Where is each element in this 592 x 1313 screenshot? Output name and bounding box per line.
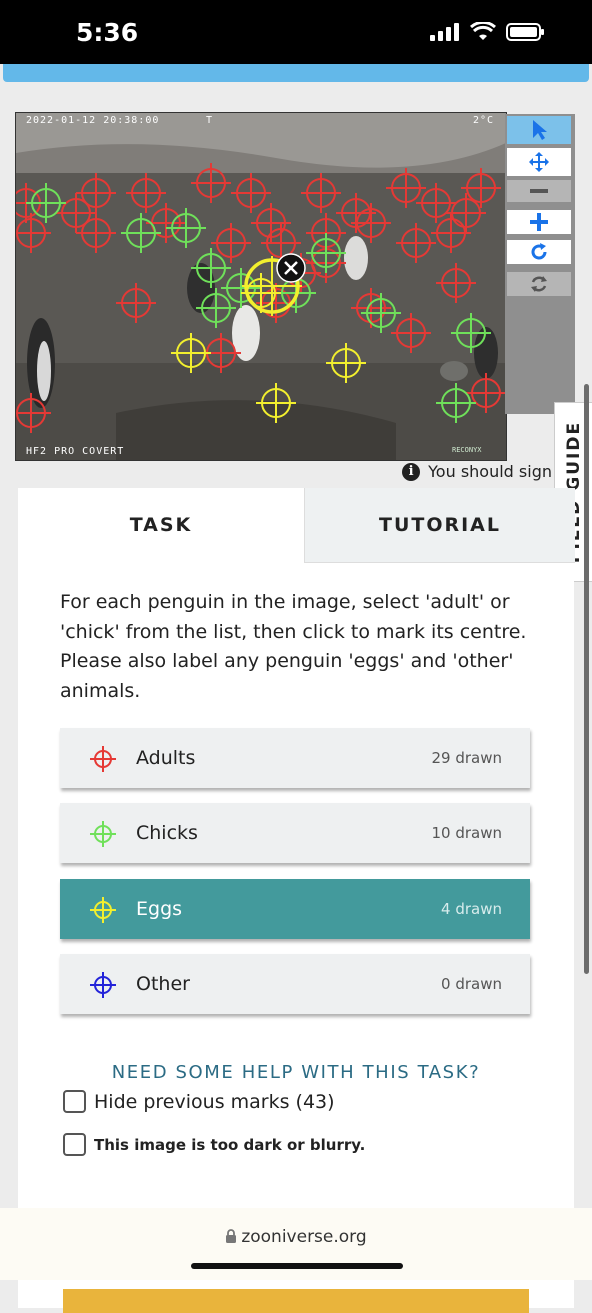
url-bar[interactable]: zooniverse.org	[0, 1227, 592, 1247]
adult-mark[interactable]	[56, 193, 96, 233]
url-text: zooniverse.org	[241, 1227, 367, 1247]
chick-mark[interactable]	[121, 213, 161, 253]
adult-mark[interactable]	[396, 223, 436, 263]
chick-mark[interactable]	[361, 293, 401, 333]
rotate-icon	[531, 243, 547, 260]
adult-mark[interactable]	[436, 263, 476, 303]
task-panel: TASK TUTORIAL For each penguin in the im…	[18, 488, 575, 1313]
image-toolbar	[505, 114, 575, 414]
tab-tutorial[interactable]: TUTORIAL	[304, 488, 575, 563]
sign-in-notice-text: You should sign	[428, 462, 552, 481]
tool-eggs[interactable]: Eggs 4 drawn	[60, 879, 530, 939]
page-scrollbar[interactable]	[584, 384, 589, 974]
chick-mark[interactable]	[196, 288, 236, 328]
site-header-band	[3, 64, 589, 82]
done-button[interactable]	[63, 1289, 529, 1313]
adult-mark[interactable]	[231, 173, 271, 213]
rotate-button[interactable]	[507, 240, 571, 264]
tool-count: 0 drawn	[441, 975, 502, 993]
tool-other[interactable]: Other 0 drawn	[60, 954, 530, 1014]
wifi-icon	[470, 22, 496, 40]
egg-mark[interactable]	[326, 343, 366, 383]
sign-in-notice: i You should sign	[402, 462, 552, 481]
crosshair-icon	[90, 972, 116, 1003]
plus-icon	[530, 213, 548, 231]
cellular-signal-icon	[430, 23, 459, 41]
adult-mark[interactable]	[16, 393, 51, 433]
tool-label: Eggs	[136, 898, 183, 920]
move-tool-button[interactable]	[507, 148, 571, 176]
adult-mark[interactable]	[301, 173, 341, 213]
too-dark-label: This image is too dark or blurry.	[94, 1135, 366, 1154]
subject-image[interactable]: 2022-01-12 20:38:00 T 2°C HF2 PRO COVERT…	[15, 112, 507, 461]
adult-mark[interactable]	[391, 313, 431, 353]
status-bar: 5:36	[0, 0, 592, 64]
adult-mark[interactable]	[251, 203, 291, 243]
tool-label: Adults	[136, 747, 196, 769]
browser-bar: zooniverse.org	[0, 1208, 592, 1280]
lock-icon	[226, 1229, 237, 1243]
reset-icon	[531, 276, 547, 292]
tool-count: 4 drawn	[441, 900, 502, 918]
chick-mark[interactable]	[451, 313, 491, 353]
crosshair-icon	[90, 897, 116, 928]
adult-mark[interactable]	[76, 213, 116, 253]
tool-chicks[interactable]: Chicks 10 drawn	[60, 803, 530, 863]
chick-mark[interactable]	[221, 268, 261, 308]
chick-mark[interactable]	[436, 383, 476, 423]
delete-mark-icon[interactable]	[276, 253, 306, 283]
tab-task[interactable]: TASK	[18, 488, 304, 562]
battery-icon	[506, 23, 544, 41]
move-arrows-icon	[529, 152, 549, 172]
chick-mark[interactable]	[166, 208, 206, 248]
crosshair-icon	[90, 821, 116, 852]
adult-mark[interactable]	[126, 173, 166, 213]
adult-mark[interactable]	[211, 223, 251, 263]
reset-button[interactable]	[507, 272, 571, 296]
adult-mark[interactable]	[116, 283, 156, 323]
classify-page: 2022-01-12 20:38:00 T 2°C HF2 PRO COVERT…	[0, 84, 592, 1313]
cursor-arrow-icon	[533, 120, 547, 140]
too-dark-option[interactable]: This image is too dark or blurry.	[63, 1133, 365, 1156]
adult-mark[interactable]	[76, 173, 116, 213]
annotation-marks[interactable]	[16, 113, 506, 460]
adult-mark[interactable]	[191, 163, 231, 203]
hide-marks-label: Hide previous marks (43)	[94, 1090, 335, 1113]
minus-icon	[530, 189, 548, 193]
task-instructions: For each penguin in the image, select 'a…	[60, 591, 527, 702]
pointer-tool-button[interactable]	[507, 116, 571, 144]
info-icon: i	[402, 462, 421, 481]
status-time: 5:36	[76, 18, 139, 47]
hide-marks-checkbox[interactable]	[63, 1090, 86, 1113]
chick-mark[interactable]	[191, 248, 231, 288]
home-indicator	[191, 1263, 403, 1269]
tool-count: 10 drawn	[431, 824, 502, 842]
too-dark-checkbox[interactable]	[63, 1133, 86, 1156]
zoom-out-button[interactable]	[507, 180, 571, 202]
egg-mark[interactable]	[256, 383, 296, 423]
crosshair-icon	[90, 746, 116, 777]
status-icons	[430, 22, 546, 42]
hide-marks-option[interactable]: Hide previous marks (43)	[63, 1090, 335, 1113]
tool-label: Other	[136, 973, 190, 995]
tool-count: 29 drawn	[431, 749, 502, 767]
tool-adults[interactable]: Adults 29 drawn	[60, 728, 530, 788]
adult-mark[interactable]	[466, 373, 506, 413]
tool-label: Chicks	[136, 822, 198, 844]
egg-mark[interactable]	[171, 333, 211, 373]
zoom-in-button[interactable]	[507, 210, 571, 234]
help-link[interactable]: NEED SOME HELP WITH THIS TASK?	[18, 1062, 574, 1083]
